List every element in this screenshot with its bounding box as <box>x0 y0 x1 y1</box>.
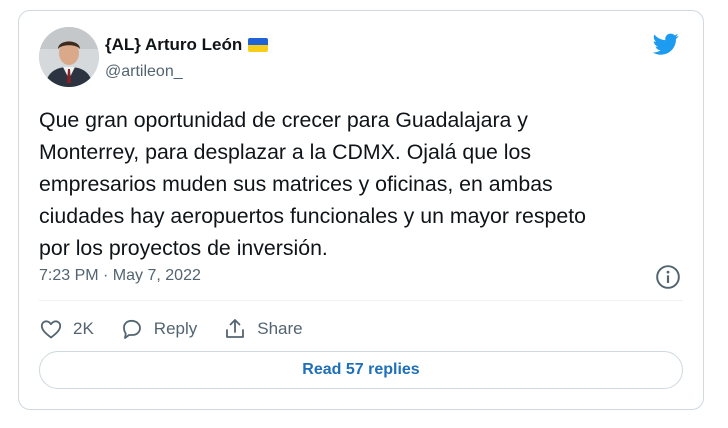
share-label: Share <box>257 319 303 338</box>
like-count: 2K <box>73 319 94 338</box>
author-row: {AL} Arturo León <box>105 35 269 55</box>
read-replies-button[interactable]: Read 57 replies <box>39 351 683 389</box>
action-bar: 2K Reply Share <box>39 314 329 344</box>
divider <box>39 300 683 301</box>
tweet-timestamp[interactable]: 7:23 PM · May 7, 2022 <box>39 267 201 285</box>
info-icon[interactable] <box>655 264 681 290</box>
share-icon <box>226 319 245 338</box>
twitter-bird-icon[interactable] <box>651 31 681 57</box>
tweet-card: {AL} Arturo León @artileon_ Que gran opo… <box>18 10 704 410</box>
author-name[interactable]: {AL} Arturo León <box>105 35 242 55</box>
reply-label: Reply <box>153 319 198 338</box>
tweet-text: Que gran oportunidad de crecer para Guad… <box>39 108 586 260</box>
share-button[interactable]: Share <box>223 317 303 341</box>
heart-icon <box>40 320 62 339</box>
like-button[interactable]: 2K <box>39 317 94 341</box>
avatar[interactable] <box>39 27 99 87</box>
reply-button[interactable]: Reply <box>120 317 197 341</box>
author-handle[interactable]: @artileon_ <box>105 63 183 81</box>
reply-icon <box>122 319 141 339</box>
ukraine-flag-icon <box>248 38 269 52</box>
